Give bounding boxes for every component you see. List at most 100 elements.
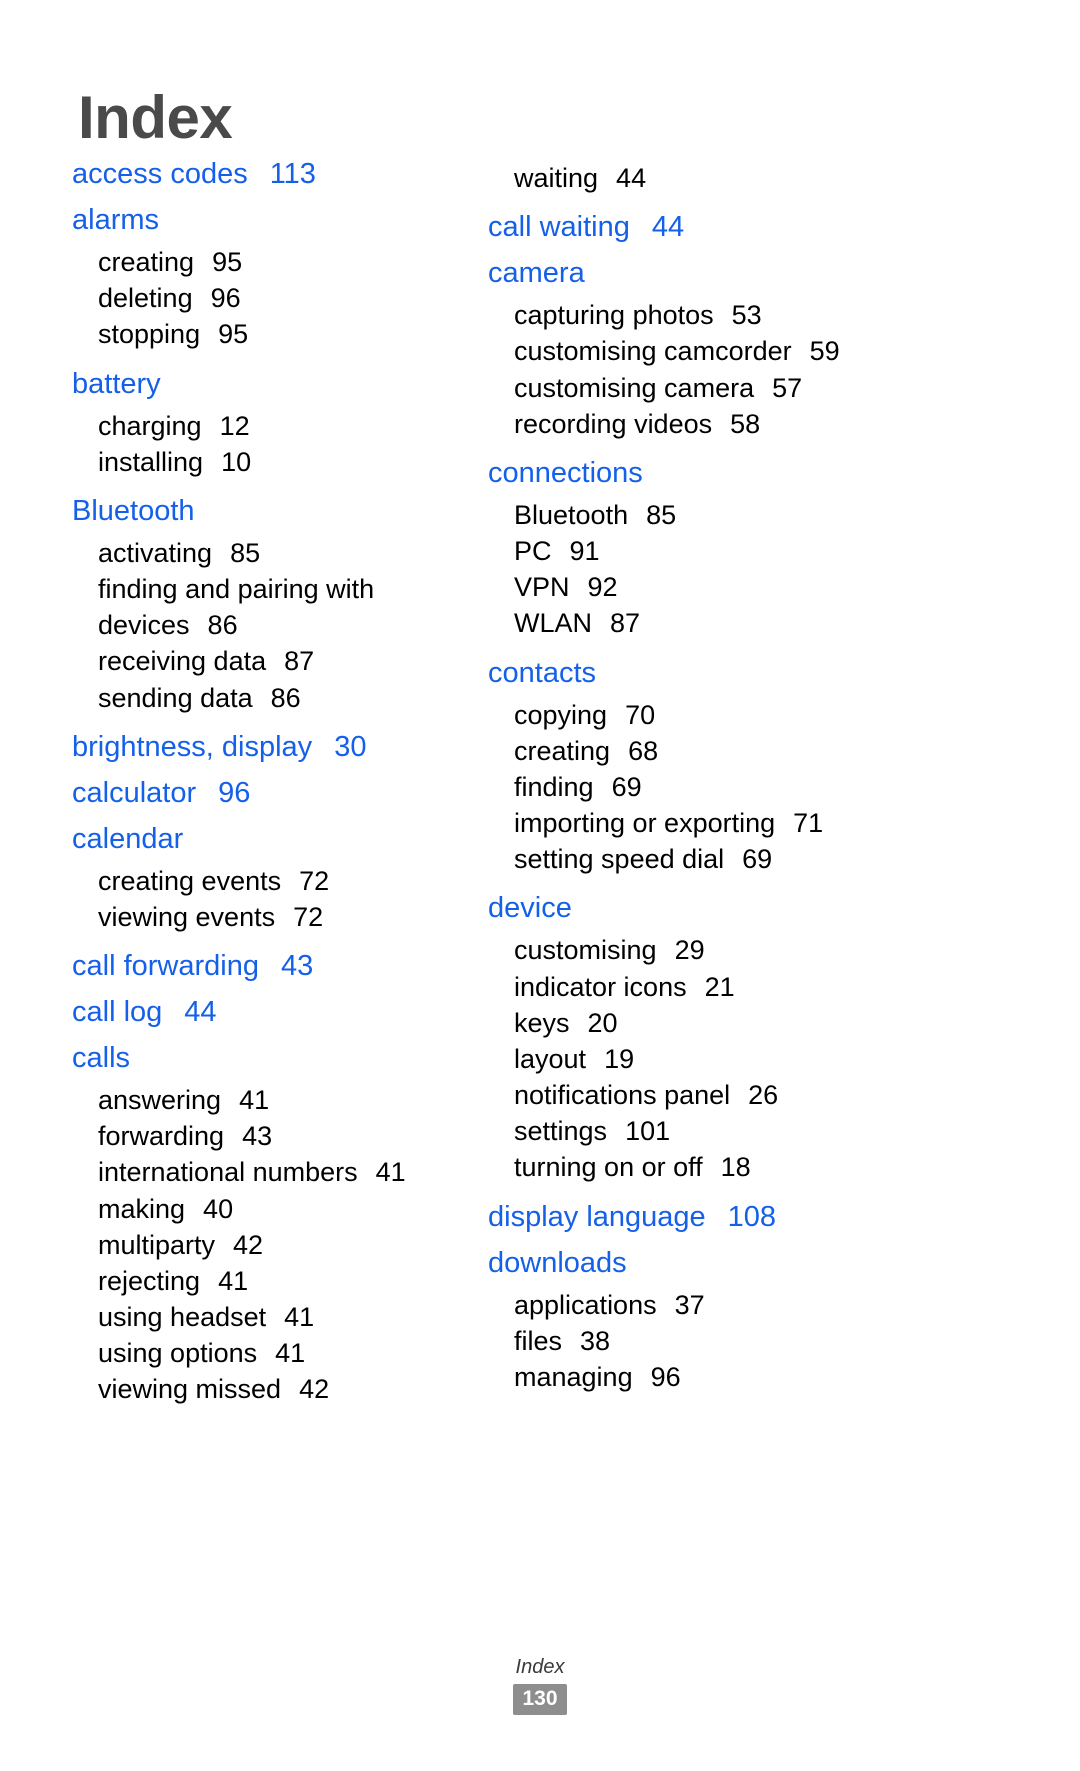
index-subentry[interactable]: answering 41 xyxy=(72,1082,460,1118)
index-subentry[interactable]: PC 91 xyxy=(488,533,1020,569)
index-entry-heading[interactable]: access codes 113 xyxy=(72,160,460,189)
index-entry-heading[interactable]: contacts xyxy=(488,658,1020,688)
index-subentry-page: 41 xyxy=(275,1338,306,1369)
index-entry-term: alarms xyxy=(72,204,160,236)
index-subentry[interactable]: importing or exporting 71 xyxy=(488,805,1020,841)
index-subentry[interactable]: charging 12 xyxy=(72,408,460,444)
index-subentry[interactable]: creating 95 xyxy=(72,244,460,280)
index-entry-heading[interactable]: brightness, display 30 xyxy=(72,732,460,762)
index-subentry[interactable]: waiting 44 xyxy=(488,160,1020,196)
index-entry-heading[interactable]: call waiting 44 xyxy=(488,213,1020,242)
index-subentry-page: 37 xyxy=(674,1289,705,1320)
index-subentry[interactable]: multiparty 42 xyxy=(72,1227,460,1263)
index-subentry-label: creating events xyxy=(98,865,282,896)
index-subentry[interactable]: sending data 86 xyxy=(72,680,460,716)
index-subentry-label: settings xyxy=(514,1116,608,1147)
index-subentry[interactable]: layout 19 xyxy=(488,1041,1020,1077)
index-subentry[interactable]: applications 37 xyxy=(488,1287,1020,1323)
index-subentry-page: 12 xyxy=(219,410,250,441)
index-subentry[interactable]: WLAN 87 xyxy=(488,605,1020,641)
index-entry-heading[interactable]: call forwarding 43 xyxy=(72,952,460,981)
index-subentry[interactable]: customising camcorder 59 xyxy=(488,333,1020,369)
index-entry-page: 113 xyxy=(269,158,316,190)
index-entry-heading[interactable]: call log 44 xyxy=(72,998,460,1027)
index-entry-term: downloads xyxy=(488,1246,627,1279)
index-subentry[interactable]: forwarding 43 xyxy=(72,1118,460,1154)
index-column-left: access codes 113 alarms creating 95 deleting 9… xyxy=(0,160,460,1408)
index-subentry-page: 96 xyxy=(650,1361,681,1392)
index-subentry-label: creating xyxy=(514,735,611,766)
index-subentry[interactable]: turning on or off 18 xyxy=(488,1149,1020,1185)
index-subentry-label: sending data xyxy=(98,682,253,713)
index-subentry[interactable]: deleting 96 xyxy=(72,280,460,316)
index-subentry[interactable]: viewing events 72 xyxy=(72,899,460,935)
index-subentry[interactable]: keys 20 xyxy=(488,1005,1020,1041)
index-entry-heading[interactable]: downloads xyxy=(488,1246,1020,1279)
index-subentry[interactable]: creating events 72 xyxy=(72,863,460,899)
index-subentry[interactable]: setting speed dial 69 xyxy=(488,841,1020,877)
index-subentry-list: creating 95 deleting 96 stopping 95 xyxy=(72,244,460,353)
index-entry-heading[interactable]: device xyxy=(488,894,1020,923)
index-subentry-page: 70 xyxy=(625,699,656,730)
index-subentry-label: Bluetooth xyxy=(514,499,629,530)
index-subentry-list-continued: waiting 44 xyxy=(488,160,1020,196)
index-subentry-page: 26 xyxy=(748,1080,779,1111)
index-subentry-list: capturing photos 53 customising camcorder 5… xyxy=(488,297,1020,442)
index-entry-heading[interactable]: display language 108 xyxy=(488,1202,1020,1232)
index-entry-term: Bluetooth xyxy=(72,494,195,527)
index-subentry[interactable]: managing 96 xyxy=(488,1359,1020,1395)
index-entry-heading[interactable]: alarms xyxy=(72,206,460,235)
index-subentry[interactable]: receiving data 87 xyxy=(72,643,460,679)
index-subentry[interactable]: recording videos 58 xyxy=(488,406,1020,442)
index-subentry-page: 53 xyxy=(731,300,762,331)
index-entry-heading[interactable]: connections xyxy=(488,458,1020,488)
index-subentry-list: creating events 72 viewing events 72 xyxy=(72,863,460,935)
index-subentry[interactable]: customising camera 57 xyxy=(488,370,1020,406)
index-subentry-label: installing xyxy=(98,446,204,477)
index-subentry-label: viewing events xyxy=(98,901,276,932)
index-subentry[interactable]: making 40 xyxy=(72,1191,460,1227)
footer-section-label: Index xyxy=(515,1655,565,1678)
index-subentry-page: 42 xyxy=(233,1229,264,1260)
index-subentry-label: keys xyxy=(514,1007,570,1038)
index-subentry[interactable]: notifications panel 26 xyxy=(488,1077,1020,1113)
index-subentry[interactable]: viewing missed 42 xyxy=(72,1371,460,1407)
index-subentry[interactable]: VPN 92 xyxy=(488,569,1020,605)
index-subentry-label: copying xyxy=(514,699,608,730)
index-subentry[interactable]: indicator icons 21 xyxy=(488,969,1020,1005)
index-subentry[interactable]: using options 41 xyxy=(72,1335,460,1371)
index-subentry-label: using headset xyxy=(98,1302,267,1333)
index-subentry[interactable]: Bluetooth 85 xyxy=(488,497,1020,533)
index-subentry[interactable]: settings 101 xyxy=(488,1113,1020,1149)
index-subentry-page: 20 xyxy=(587,1007,618,1038)
index-subentry[interactable]: installing 10 xyxy=(72,444,460,480)
index-subentry-page: 43 xyxy=(242,1121,273,1152)
index-subentry-label: importing or exporting xyxy=(514,808,776,839)
index-entry-heading[interactable]: calendar xyxy=(72,824,460,854)
index-subentry-page: 29 xyxy=(674,935,705,966)
index-subentry[interactable]: customising 29 xyxy=(488,932,1020,968)
index-subentry-page: 96 xyxy=(210,283,241,314)
index-subentry-label: making xyxy=(98,1193,186,1224)
index-subentry[interactable]: finding and pairing with devices 86 xyxy=(72,571,460,643)
index-subentry[interactable]: capturing photos 53 xyxy=(488,297,1020,333)
index-subentry[interactable]: activating 85 xyxy=(72,535,460,571)
index-entry-heading[interactable]: camera xyxy=(488,259,1020,288)
index-entry-heading[interactable]: Bluetooth xyxy=(72,494,460,527)
index-subentry-page: 57 xyxy=(772,372,803,403)
index-subentry-page: 101 xyxy=(625,1116,671,1147)
index-subentry-label: WLAN xyxy=(514,608,593,639)
index-entry-heading[interactable]: calculator 96 xyxy=(72,778,460,808)
index-subentry[interactable]: files 38 xyxy=(488,1323,1020,1359)
index-subentry[interactable]: international numbers 41 xyxy=(72,1154,460,1190)
index-entry-heading[interactable]: calls xyxy=(72,1044,460,1073)
index-subentry[interactable]: finding 69 xyxy=(488,769,1020,805)
index-subentry[interactable]: using headset 41 xyxy=(72,1299,460,1335)
index-subentry[interactable]: stopping 95 xyxy=(72,316,460,352)
index-entry-heading[interactable]: battery xyxy=(72,369,460,399)
index-subentry[interactable]: copying 70 xyxy=(488,697,1020,733)
index-subentry[interactable]: rejecting 41 xyxy=(72,1263,460,1299)
index-entry-page: 44 xyxy=(184,996,217,1029)
index-subentry[interactable]: creating 68 xyxy=(488,733,1020,769)
index-subentry-page: 19 xyxy=(604,1043,635,1074)
